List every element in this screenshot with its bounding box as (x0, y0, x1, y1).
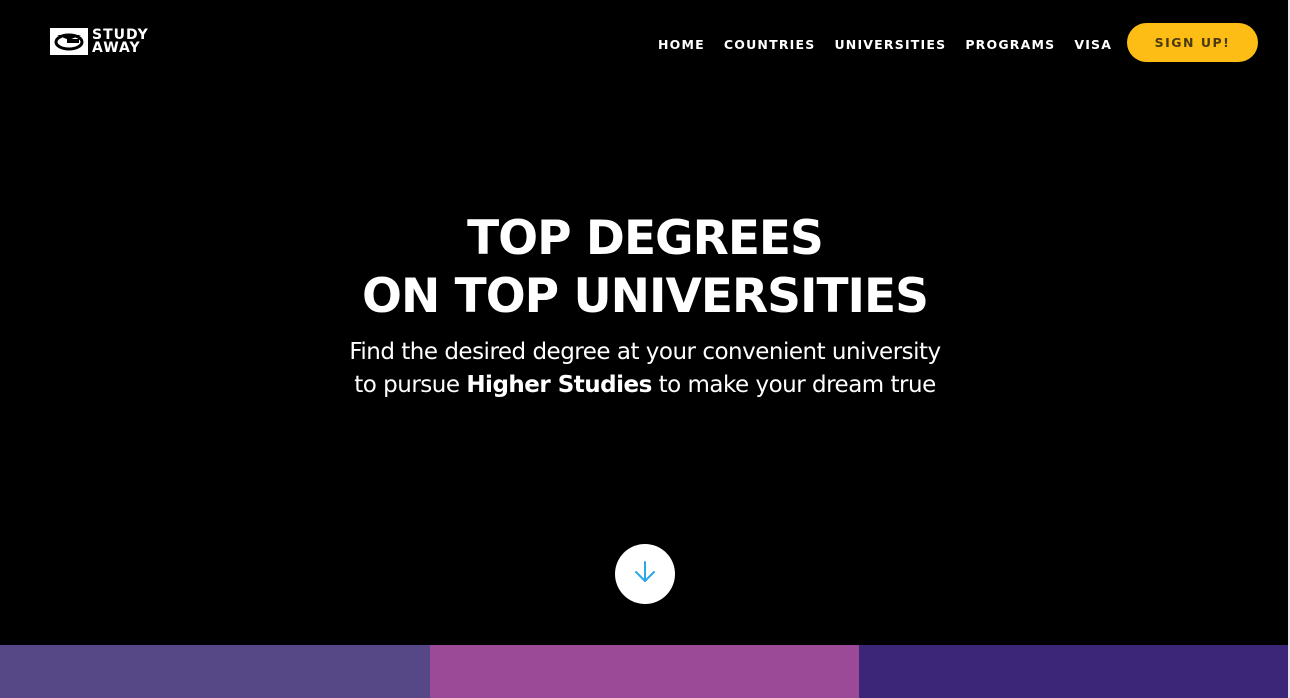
feature-block-2 (430, 645, 859, 698)
hero-subtitle-highlight: Higher Studies (466, 372, 652, 398)
hero-title-line2: ON TOP UNIVERSITIES (362, 269, 929, 324)
feature-color-blocks (0, 645, 1288, 698)
nav-programs[interactable]: PROGRAMS (965, 37, 1055, 52)
signup-button[interactable]: SIGN UP! (1127, 23, 1258, 62)
site-header: STUDY AWAY HOME COUNTRIES UNIVERSITIES P… (0, 0, 1288, 88)
hero-section: TOP DEGREES ON TOP UNIVERSITIES Find the… (0, 210, 1290, 402)
nav-universities[interactable]: UNIVERSITIES (834, 37, 946, 52)
feature-block-1 (0, 645, 430, 698)
brand-logo[interactable]: STUDY AWAY (50, 28, 149, 55)
graduation-cap-logo-icon (50, 28, 88, 55)
hero-subtitle-text-after: to make your dream true (651, 372, 937, 398)
nav-countries[interactable]: COUNTRIES (724, 37, 816, 52)
feature-block-3 (859, 645, 1288, 698)
brand-name-line2: AWAY (92, 39, 141, 56)
main-nav: HOME COUNTRIES UNIVERSITIES PROGRAMS VIS… (658, 37, 1112, 52)
brand-name: STUDY AWAY (92, 28, 149, 56)
nav-visa[interactable]: VISA (1074, 37, 1112, 52)
hero-subtitle: Find the desired degree at your convenie… (345, 336, 945, 402)
arrow-down-icon (633, 559, 657, 589)
hero-title-line1: TOP DEGREES (467, 211, 824, 266)
nav-home[interactable]: HOME (658, 37, 705, 52)
scroll-down-button[interactable] (615, 544, 675, 604)
hero-title: TOP DEGREES ON TOP UNIVERSITIES (0, 210, 1290, 326)
